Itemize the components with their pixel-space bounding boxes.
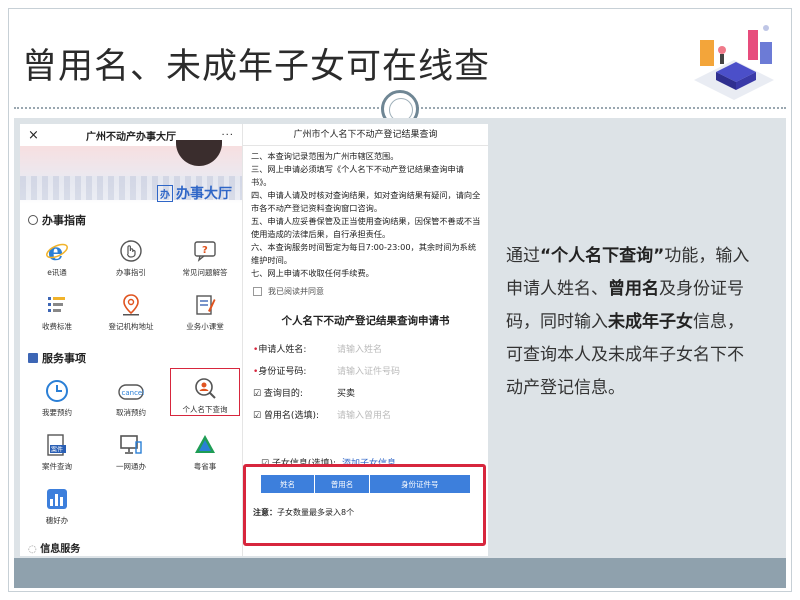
section-guide: 办事指南: [28, 212, 86, 228]
guide-item-address[interactable]: 登记机构地址: [94, 284, 168, 332]
svg-text:e: e: [48, 239, 63, 263]
notebook-icon: [192, 293, 218, 317]
footer-band: [14, 558, 786, 588]
description-text: 通过“个人名下查询”功能，输入申请人姓名、曾用名及身份证号码，同时输入未成年子女…: [506, 240, 756, 405]
location-icon: [118, 293, 144, 317]
guide-item-label: 常见问题解答: [182, 268, 228, 277]
notice-line: 七、网上申请不收取任何手续费。: [251, 268, 374, 278]
service-item-sui[interactable]: 穗好办: [20, 478, 94, 526]
name-label: 申请人姓名:: [258, 345, 307, 355]
service-item-yue[interactable]: 粤省事: [168, 424, 242, 472]
agree-checkbox[interactable]: [253, 287, 262, 296]
purpose-field-row: ☑ 查询目的: 买卖: [253, 386, 488, 408]
logo-box: 办: [157, 184, 173, 202]
guide-item-fees[interactable]: 收费标准: [20, 284, 94, 332]
notice-line: 三、网上申请必须填写《个人名下不动产登记结果查询申请书》。: [251, 164, 464, 187]
former-name-label: ☑ 曾用名(选填):: [253, 411, 319, 421]
former-name-input[interactable]: 请输入曾用名: [337, 408, 391, 421]
notice-line: 二、本查询记录范围为广州市辖区范围。: [251, 151, 399, 161]
id-label: 身份证号码:: [258, 367, 307, 377]
service-item-label: 一网通办: [116, 462, 146, 471]
agree-label: 我已阅读并同意: [268, 287, 324, 296]
logo-text: 办事大厅: [176, 186, 232, 202]
svg-text:?: ?: [202, 245, 208, 256]
hall-logo: 办 办事大厅: [157, 182, 232, 204]
section-info-label: 信息服务: [40, 544, 81, 555]
service-item-cancel[interactable]: cancel 取消预约: [94, 370, 168, 418]
child-info-highlight-box: [243, 464, 486, 546]
clock-icon: [44, 379, 70, 403]
guide-item-label: 登记机构地址: [108, 322, 154, 331]
list-icon: [44, 293, 70, 317]
desc-bold: “个人名下查询”: [540, 246, 665, 266]
desc-bold: 未成年子女: [608, 312, 693, 332]
notice-line: 五、申请人应妥善保管及正当使用查询结果，因保管不善或不当使用造成的法律后果，自行…: [251, 216, 481, 239]
grid-icon: [28, 353, 38, 363]
slide: 曾用名、未成年子女可在线查 × 广州不动产办事大厅 ··· 办 办事大厅 办事指…: [0, 0, 800, 600]
id-input[interactable]: 请输入证件号码: [337, 364, 400, 377]
guide-grid: e e讯通 办事指引 ? 常见问题解答 收费标准 登记机构地址 业务小课堂: [20, 230, 242, 332]
sui-icon: [44, 487, 70, 511]
desc-text: 通过: [506, 246, 540, 266]
section-guide-label: 办事指南: [42, 214, 86, 227]
section-services: 服务事项: [28, 350, 86, 366]
phone-screen-hall: × 广州不动产办事大厅 ··· 办 办事大厅 办事指南 e e讯通 办事指引 ?…: [20, 124, 242, 556]
section-info: ◌ 信息服务: [28, 544, 81, 555]
person-search-icon: [192, 376, 218, 400]
purpose-select[interactable]: 买卖: [337, 386, 355, 399]
cancel-icon-text: cancel: [122, 389, 145, 397]
service-item-label: 穗好办: [45, 516, 69, 525]
close-icon[interactable]: ×: [28, 128, 46, 143]
case-icon: 案件: [44, 433, 70, 457]
guide-item-label: 办事指引: [116, 268, 146, 277]
name-input[interactable]: 请输入姓名: [337, 342, 382, 355]
section-services-label: 服务事项: [42, 352, 86, 365]
guide-item-guide[interactable]: 办事指引: [94, 230, 168, 278]
notice-text: 二、本查询记录范围为广州市辖区范围。 三、网上申请必须填写《个人名下不动产登记结…: [243, 146, 488, 280]
chat-question-icon: ?: [192, 239, 218, 263]
service-item-label: 取消预约: [116, 408, 146, 417]
slide-title: 曾用名、未成年子女可在线查: [22, 47, 491, 87]
notice-line: 四、申请人请及时核对查询结果，如对查询结果有疑问，请向全市各不动产登记资料查询窗…: [251, 190, 481, 213]
guide-item-class[interactable]: 业务小课堂: [168, 284, 242, 332]
service-item-label: 我要预约: [42, 408, 72, 417]
isometric-illustration: [694, 25, 774, 100]
service-item-label: 案件查询: [42, 462, 72, 471]
guide-item-label: 业务小课堂: [186, 322, 224, 331]
service-item-appointment[interactable]: 我要预约: [20, 370, 94, 418]
notice-line: 六、本查询服务时间暂定为每日7:00-23:00，其余时间为系统维护时间。: [251, 242, 477, 265]
name-field-row: •申请人姓名: 请输入姓名: [253, 342, 488, 364]
id-field-row: •身份证号码: 请输入证件号码: [253, 364, 488, 386]
services-grid: 我要预约 cancel 取消预约 个人名下查询 案件 案件查询 一网通办 粤省事…: [20, 368, 242, 526]
former-name-field-row: ☑ 曾用名(选填): 请输入曾用名: [253, 408, 488, 436]
case-icon-text: 案件: [51, 446, 63, 454]
desc-bold: 曾用名: [608, 279, 659, 299]
service-item-label: 个人名下查询: [182, 405, 228, 414]
guide-item-exuntong[interactable]: e e讯通: [20, 230, 94, 278]
service-item-one-stop[interactable]: 一网通办: [94, 424, 168, 472]
cancel-icon: cancel: [118, 379, 144, 403]
more-icon[interactable]: ···: [216, 130, 234, 141]
yue-icon: [192, 433, 218, 457]
hand-icon: [118, 239, 144, 263]
compass-icon: [28, 215, 38, 225]
agree-checkbox-row[interactable]: 我已阅读并同意: [253, 286, 488, 297]
form-title: 个人名下不动产登记结果查询申请书: [281, 315, 450, 327]
purpose-label: ☑ 查询目的:: [253, 389, 303, 399]
service-item-personal-query[interactable]: 个人名下查询: [170, 368, 240, 416]
query-header: 广州市个人名下不动产登记结果查询: [243, 124, 488, 146]
service-item-label: 粤省事: [193, 462, 217, 471]
guide-item-label: e讯通: [47, 268, 67, 277]
ie-icon: e: [44, 239, 70, 263]
monitor-icon: [118, 433, 144, 457]
banner-decoration: [176, 140, 222, 166]
guide-item-label: 收费标准: [42, 322, 72, 331]
service-item-case[interactable]: 案件 案件查询: [20, 424, 94, 472]
guide-item-faq[interactable]: ? 常见问题解答: [168, 230, 242, 278]
